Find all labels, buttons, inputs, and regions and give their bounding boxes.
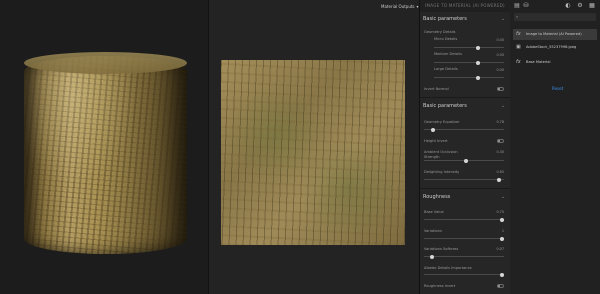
geometry-equalizer-value[interactable]: 0.78	[494, 120, 504, 124]
base-value-label: Base Value	[424, 210, 444, 214]
large-details-value[interactable]: 0.00	[494, 68, 504, 72]
panel-title: IMAGE TO MATERIAL (AI POWERED)	[420, 0, 510, 12]
ao-label-line2: Strength	[424, 155, 440, 159]
micro-details-label: Micro Details	[434, 37, 458, 41]
filter-icon[interactable]: ▦	[588, 2, 596, 10]
large-details-slider[interactable]	[434, 75, 504, 80]
search-icon: ⌕	[516, 14, 519, 19]
properties-panel: IMAGE TO MATERIAL (AI POWERED) Basic par…	[419, 0, 511, 294]
ao-strength-slider[interactable]	[424, 158, 504, 163]
layer-stack-panel: ▤ ⛁ ◐ ⚙ ▦ ⌕ fx Image to Material (AI Pow…	[510, 0, 600, 294]
fx-icon: fx	[516, 59, 521, 65]
geometry-equalizer-label: Geometry Equalizer	[424, 120, 460, 124]
slider-knob[interactable]	[476, 60, 481, 65]
layer-icon[interactable]: ▤	[513, 2, 521, 10]
variations-softness-label: Variations Softness	[424, 247, 459, 251]
invert-normal-label: Invert Normal	[424, 87, 449, 91]
slider-knob[interactable]	[500, 236, 505, 241]
geometry-equalizer-slider[interactable]	[424, 127, 504, 132]
fx-icon: fx	[516, 31, 521, 37]
medium-details-slider[interactable]	[434, 60, 504, 65]
variations-label: Variations	[424, 229, 442, 233]
cylinder-top	[24, 52, 187, 74]
cylinder-preview	[24, 56, 187, 254]
chevron-down-icon[interactable]: ⌄	[501, 16, 505, 22]
variations-slider[interactable]	[424, 236, 505, 241]
3d-viewport[interactable]	[0, 0, 208, 294]
albedo-details-slider[interactable]	[424, 272, 505, 277]
slider-knob[interactable]	[500, 272, 505, 277]
variations-softness-slider[interactable]	[424, 254, 504, 259]
search-input[interactable]: ⌕	[514, 13, 596, 21]
geometry-details-label: Geometry Details	[424, 30, 456, 34]
roughness-invert-toggle[interactable]	[497, 284, 504, 288]
layer-label: Image to Material (AI Powered)	[526, 32, 582, 36]
section-divider	[420, 97, 510, 98]
albedo-details-label: Albedo Details Importance	[424, 266, 472, 270]
section-basic-parameters-2[interactable]: Basic parameters	[423, 103, 467, 109]
layer-label: AdobeStock_55237998.jpeg	[526, 45, 577, 49]
slider-knob[interactable]	[476, 75, 481, 80]
invert-normal-toggle[interactable]	[497, 87, 504, 91]
layer-item-base-material[interactable]: fx Base Material	[513, 57, 597, 68]
slider-knob[interactable]	[430, 127, 435, 132]
layer-item-image-to-material[interactable]: fx Image to Material (AI Powered)	[513, 29, 597, 40]
section-roughness[interactable]: Roughness	[423, 194, 450, 200]
section-basic-parameters-1[interactable]: Basic parameters	[423, 16, 467, 22]
layer-item-adobe-stock[interactable]: ▣ AdobeStock_55237998.jpeg	[513, 42, 597, 53]
contrast-icon[interactable]: ◐	[564, 2, 572, 10]
database-icon[interactable]: ⛁	[522, 2, 530, 10]
height-invert-label: Height Invert	[424, 139, 448, 143]
2d-viewport[interactable]	[209, 0, 419, 294]
large-details-label: Large Details	[434, 67, 458, 71]
medium-details-value[interactable]: 0.00	[494, 53, 504, 57]
variations-softness-value[interactable]: 0.07	[494, 247, 504, 251]
section-divider	[420, 188, 510, 189]
base-value-slider[interactable]	[424, 217, 505, 222]
delighting-intensity-value[interactable]: 0.65	[494, 170, 504, 174]
slider-knob[interactable]	[464, 158, 469, 163]
roughness-invert-label: Roughness Invert	[424, 284, 456, 288]
material-outputs-label: Material Outputs	[381, 4, 415, 9]
height-invert-toggle[interactable]	[497, 139, 504, 143]
slider-knob[interactable]	[430, 254, 434, 259]
slider-knob[interactable]	[500, 217, 505, 222]
micro-details-slider[interactable]	[434, 45, 504, 50]
micro-details-value[interactable]: 0.00	[494, 38, 504, 42]
slider-knob[interactable]	[476, 45, 481, 50]
texture-preview	[221, 60, 405, 245]
reset-link[interactable]: Reset	[552, 86, 563, 91]
chevron-down-icon[interactable]: ⌄	[501, 103, 505, 109]
variations-value[interactable]: 1	[494, 229, 504, 233]
layer-label: Base Material	[526, 60, 551, 64]
image-icon: ▣	[516, 44, 521, 50]
gear-icon[interactable]: ⚙	[576, 2, 584, 10]
delighting-intensity-slider[interactable]	[424, 177, 504, 182]
medium-details-label: Medium Details	[434, 52, 462, 56]
delighting-intensity-label: Delighting Intensity	[424, 170, 460, 174]
base-value-value[interactable]: 0.70	[494, 210, 504, 214]
chevron-down-icon[interactable]: ⌄	[501, 194, 505, 200]
ao-strength-value[interactable]: 0.30	[494, 150, 504, 154]
material-outputs-dropdown[interactable]: Material Outputs ▾	[378, 3, 422, 10]
ao-label-line1: Ambient Occlusion	[424, 150, 458, 154]
slider-knob[interactable]	[497, 177, 502, 182]
